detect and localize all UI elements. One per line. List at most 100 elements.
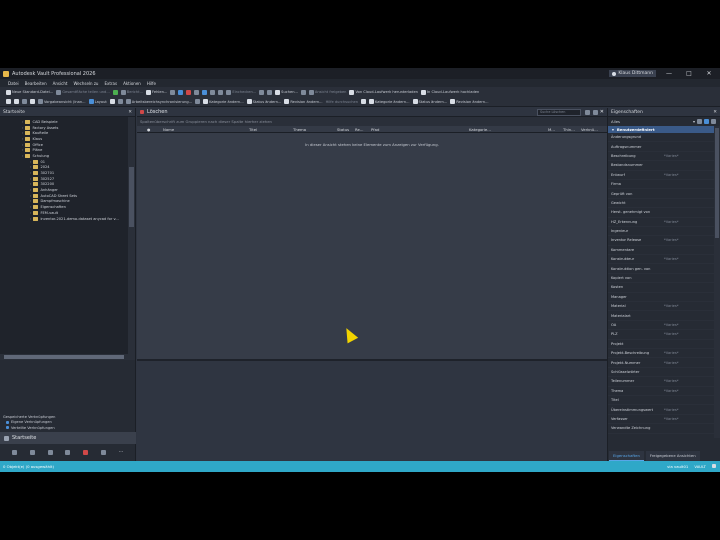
properties-scroll-thumb[interactable] bbox=[715, 128, 719, 238]
filter-icon[interactable] bbox=[300, 89, 306, 95]
change-status-button-2[interactable]: Status ändern... bbox=[412, 99, 447, 104]
move-icon[interactable] bbox=[178, 89, 184, 95]
close-properties-icon[interactable]: ✕ bbox=[713, 110, 717, 115]
refresh-icon[interactable] bbox=[112, 89, 118, 95]
expand-arrow-icon[interactable]: › bbox=[30, 182, 31, 186]
new-file-button[interactable]: Neue Standard-Datei... bbox=[6, 89, 53, 95]
property-value[interactable]: *Varies* bbox=[664, 173, 679, 177]
expand-arrow-icon[interactable]: › bbox=[30, 217, 31, 221]
saved-links-shared[interactable]: Verteilte Verknüpfungen bbox=[3, 425, 136, 431]
property-row[interactable]: Material *Varies* bbox=[608, 302, 720, 312]
property-value[interactable]: *Varies* bbox=[664, 332, 679, 336]
settings-nav-icon[interactable] bbox=[100, 449, 106, 455]
property-row[interactable]: Auftragsnummer bbox=[608, 142, 720, 152]
add-property-icon[interactable] bbox=[704, 119, 709, 124]
get-icon[interactable] bbox=[218, 89, 224, 95]
close-content-icon[interactable]: ✕ bbox=[600, 109, 604, 115]
property-value[interactable]: *Varies* bbox=[664, 361, 679, 365]
menu-aktionen[interactable]: Aktionen bbox=[123, 81, 141, 86]
edit-icon[interactable] bbox=[697, 119, 702, 124]
item-nav-icon[interactable] bbox=[30, 449, 36, 455]
chevron-down-icon[interactable]: ▾ bbox=[693, 119, 695, 124]
content-search-input[interactable]: Suche Löschen bbox=[537, 109, 581, 116]
layout-dropdown[interactable]: Layout bbox=[88, 99, 107, 104]
pin-icon[interactable] bbox=[195, 99, 201, 104]
property-row[interactable]: Änderungsgrund bbox=[608, 133, 720, 143]
property-value[interactable]: *Varies* bbox=[664, 304, 679, 308]
change-order-icon[interactable] bbox=[47, 449, 53, 455]
property-value[interactable]: *Varies* bbox=[664, 238, 679, 242]
property-row[interactable]: Übereinstimmungswert *Varies* bbox=[608, 405, 720, 415]
property-row[interactable]: Herst. genehmigt von bbox=[608, 208, 720, 218]
cloud-upload-button[interactable]: In Cloud-Laufwerk hochladen bbox=[420, 89, 479, 95]
property-row[interactable]: HZ_Erkennung *Varies* bbox=[608, 218, 720, 227]
property-row[interactable]: Ingenieur bbox=[608, 227, 720, 237]
checkout-icon[interactable] bbox=[202, 89, 208, 95]
property-row[interactable]: Firma bbox=[608, 180, 720, 190]
property-row[interactable]: Materialart bbox=[608, 311, 720, 321]
project-nav-icon[interactable] bbox=[83, 449, 89, 455]
menu-bearbeiten[interactable]: Bearbeiten bbox=[25, 81, 47, 86]
rename-icon[interactable] bbox=[194, 89, 200, 95]
group-by-hint[interactable]: Spaltenüberschrift zum Gruppieren nach d… bbox=[137, 117, 607, 126]
property-row[interactable]: Verwandte Zeichnung bbox=[608, 424, 720, 434]
column-pfad[interactable]: Pfad bbox=[371, 127, 379, 132]
menu-ansicht[interactable]: Ansicht bbox=[53, 81, 68, 86]
property-row[interactable]: Bestandsnummer bbox=[608, 161, 720, 171]
property-row[interactable]: Verfasser *Varies* bbox=[608, 415, 720, 425]
property-row[interactable]: Inventor Release *Varies* bbox=[608, 236, 720, 246]
tab-freigegebene-ansichten[interactable]: Freigegebene Ansichten bbox=[645, 451, 700, 461]
column-status[interactable]: Status bbox=[337, 127, 349, 132]
property-value[interactable]: *Varies* bbox=[664, 389, 679, 393]
property-group-header[interactable]: ▾ Benutzerdefiniert bbox=[608, 126, 720, 133]
notification-icon[interactable] bbox=[712, 464, 716, 468]
column-thema[interactable]: Thema bbox=[293, 127, 306, 132]
property-row[interactable]: PLZ *Varies* bbox=[608, 330, 720, 340]
tree-hscroll-thumb[interactable] bbox=[4, 355, 124, 359]
grid-view-icon[interactable] bbox=[109, 99, 115, 104]
up-icon[interactable] bbox=[22, 99, 27, 104]
expand-arrow-icon[interactable]: › bbox=[30, 194, 31, 198]
home-icon[interactable] bbox=[30, 99, 35, 104]
user-button[interactable]: Klaus Dittmann bbox=[609, 70, 656, 77]
report-button[interactable]: Bericht... bbox=[120, 89, 143, 95]
cloud-download-button[interactable]: Von Cloud-Laufwerk herunterladen bbox=[349, 89, 418, 95]
column-m[interactable]: M... bbox=[548, 127, 555, 132]
menu-wechseln-zu[interactable]: Wechseln zu bbox=[73, 81, 98, 86]
tree-horizontal-scrollbar[interactable] bbox=[0, 354, 135, 360]
expand-arrow-icon[interactable]: › bbox=[30, 160, 31, 164]
file-grid[interactable] bbox=[137, 133, 607, 359]
expand-arrow-icon[interactable]: › bbox=[22, 120, 23, 124]
expand-arrow-icon[interactable]: › bbox=[30, 165, 31, 169]
minimize-button[interactable]: — bbox=[662, 69, 676, 78]
search-button[interactable]: Suchen... bbox=[275, 89, 298, 95]
expand-arrow-icon[interactable]: › bbox=[30, 199, 31, 203]
property-row[interactable]: Entwurf *Varies* bbox=[608, 171, 720, 180]
property-row[interactable]: Kommentare bbox=[608, 246, 720, 256]
expand-arrow-icon[interactable]: › bbox=[22, 131, 23, 135]
property-row[interactable]: Projekt-Beschreibung *Varies* bbox=[608, 349, 720, 359]
expand-arrow-icon[interactable]: › bbox=[22, 137, 23, 141]
property-row[interactable]: Titel bbox=[608, 396, 720, 406]
property-value[interactable]: *Varies* bbox=[664, 154, 679, 158]
expand-arrow-icon[interactable]: › bbox=[30, 177, 31, 181]
attach-icon[interactable] bbox=[259, 89, 265, 95]
change-category-button-2[interactable]: Kategorie ändern... bbox=[369, 99, 410, 104]
checkbox-column-icon[interactable]: ● bbox=[147, 127, 150, 132]
tree-vertical-scrollbar[interactable] bbox=[128, 117, 135, 354]
change-revision-button[interactable]: Revision ändern... bbox=[284, 99, 323, 104]
change-revision-button-2[interactable]: Revision ändern... bbox=[450, 99, 488, 104]
menu-datei[interactable]: Datei bbox=[8, 81, 19, 86]
maximize-button[interactable]: □ bbox=[682, 69, 696, 78]
column-kategorie[interactable]: Kategorie... bbox=[469, 127, 491, 132]
property-row[interactable]: Thema *Varies* bbox=[608, 387, 720, 396]
expand-arrow-icon[interactable]: › bbox=[22, 126, 23, 130]
settings-icon[interactable] bbox=[711, 119, 716, 124]
checkin-button[interactable]: Einchecken... bbox=[226, 89, 256, 95]
menu-hilfe[interactable]: Hilfe bbox=[147, 81, 156, 86]
forward-icon[interactable] bbox=[14, 99, 19, 104]
column-revision[interactable]: Re... bbox=[355, 127, 363, 132]
property-value[interactable]: *Varies* bbox=[664, 220, 679, 224]
menu-extras[interactable]: Extras bbox=[104, 81, 117, 86]
column-verknuepfung[interactable]: Verknü... bbox=[581, 127, 598, 132]
